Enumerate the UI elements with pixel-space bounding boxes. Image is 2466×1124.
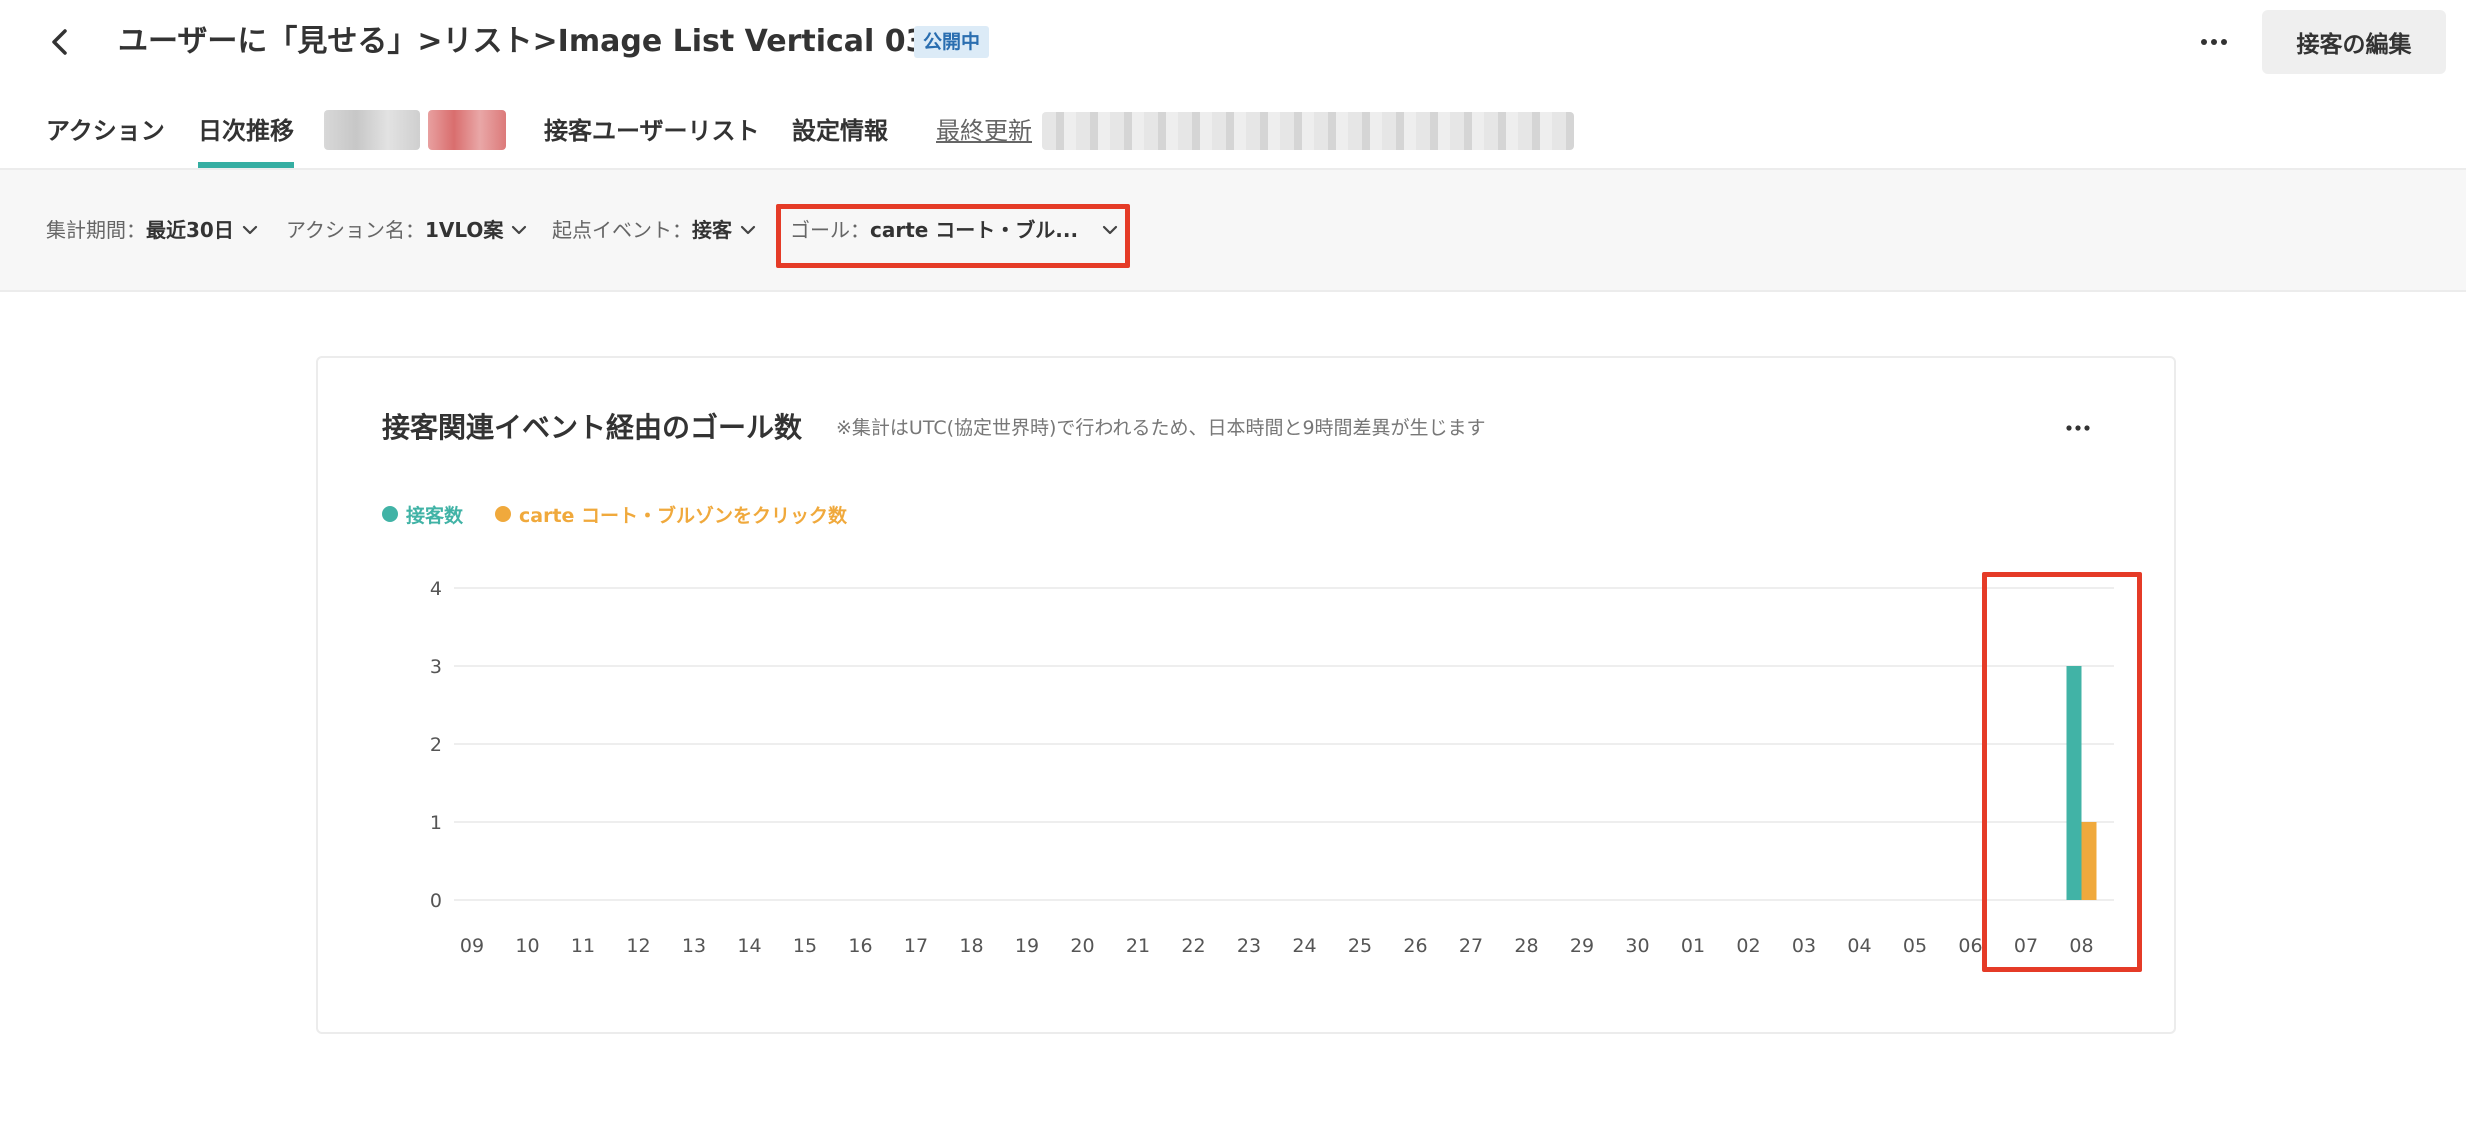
x-tick-label: 01 (1681, 935, 1705, 957)
y-tick-label: 0 (430, 890, 442, 912)
tab-daily-trend[interactable]: 日次推移 (198, 106, 294, 168)
chevron-down-icon (511, 225, 527, 235)
x-tick-label: 03 (1792, 935, 1816, 957)
filter-period-value: 最近30日 (146, 218, 234, 242)
latest-bars-highlight (1982, 572, 2142, 972)
x-tick-label: 24 (1292, 935, 1316, 957)
page-title: ユーザーに「見せる」>リスト>Image List Vertical 03 (118, 24, 927, 59)
x-tick-label: 17 (904, 935, 928, 957)
goal-filter-highlight (776, 204, 1130, 268)
chevron-down-icon (740, 225, 756, 235)
chevron-down-icon (242, 225, 258, 235)
x-tick-label: 13 (682, 935, 706, 957)
last-updated-link[interactable]: 最終更新 (936, 106, 1032, 156)
x-tick-label: 11 (571, 935, 595, 957)
bar-chart: 0123409 10 11 12 13 14 15 16 17 18 19 20 21 22 23 24 25 2… (430, 578, 2114, 957)
x-tick-label: 20 (1070, 935, 1094, 957)
redacted-tab[interactable] (324, 110, 420, 150)
more-menu-button[interactable] (2188, 20, 2240, 64)
tab-action[interactable]: アクション (46, 106, 165, 168)
x-tick-label: 27 (1459, 935, 1483, 957)
x-tick-label: 16 (848, 935, 872, 957)
x-tick-label: 09 (460, 935, 484, 957)
x-tick-label: 25 (1348, 935, 1372, 957)
y-tick-label: 2 (430, 734, 442, 756)
x-tick-label: 26 (1403, 935, 1427, 957)
status-badge: 公開中 (914, 26, 990, 58)
more-horizontal-icon (2201, 39, 2227, 45)
x-tick-label: 21 (1126, 935, 1150, 957)
x-tick-label: 12 (626, 935, 650, 957)
filter-period-label: 集計期間： (46, 218, 146, 242)
filter-bar: 集計期間： 最近30日 アクション名： 1VLO案 起点イベント： 接客 ゴール… (0, 170, 2466, 292)
x-tick-label: 29 (1570, 935, 1594, 957)
y-tick-label: 3 (430, 656, 442, 678)
tab-settings[interactable]: 設定情報 (792, 106, 888, 168)
filter-period[interactable]: 集計期間： 最近30日 (46, 204, 258, 256)
x-tick-label: 14 (737, 935, 761, 957)
x-tick-label: 05 (1903, 935, 1927, 957)
x-tick-label: 15 (793, 935, 817, 957)
chevron-left-icon (52, 29, 67, 55)
x-tick-label: 23 (1237, 935, 1261, 957)
redacted-tab-badge (428, 110, 506, 150)
y-tick-label: 4 (430, 578, 442, 600)
x-tick-label: 22 (1181, 935, 1205, 957)
filter-action-name[interactable]: アクション名： 1VLO案 (286, 204, 527, 256)
goal-count-chart-card: 接客関連イベント経由のゴール数 ※集計はUTC(協定世界時)で行われるため、日本… (316, 356, 2176, 1034)
page-header: ユーザーに「見せる」>リスト>Image List Vertical 03 公開… (0, 0, 2466, 86)
x-tick-label: 28 (1514, 935, 1538, 957)
y-tick-label: 1 (430, 812, 442, 834)
x-tick-label: 10 (515, 935, 539, 957)
x-tick-label: 06 (1958, 935, 1982, 957)
filter-action-name-value: 1VLO案 (425, 218, 504, 242)
x-tick-label: 02 (1736, 935, 1760, 957)
tab-user-list[interactable]: 接客ユーザーリスト (544, 106, 760, 168)
filter-start-event[interactable]: 起点イベント： 接客 (552, 204, 756, 256)
x-tick-label: 30 (1625, 935, 1649, 957)
x-tick-label: 18 (959, 935, 983, 957)
x-tick-label: 04 (1847, 935, 1871, 957)
filter-start-event-label: 起点イベント： (552, 218, 692, 242)
tab-bar: アクション 日次推移 接客ユーザーリスト 設定情報 最終更新 (0, 96, 2466, 170)
redacted-update-info (1042, 112, 1574, 150)
filter-start-event-value: 接客 (692, 218, 732, 242)
x-tick-label: 19 (1015, 935, 1039, 957)
filter-action-name-label: アクション名： (286, 218, 425, 242)
back-button[interactable] (40, 20, 80, 64)
edit-action-button[interactable]: 接客の編集 (2262, 10, 2446, 74)
